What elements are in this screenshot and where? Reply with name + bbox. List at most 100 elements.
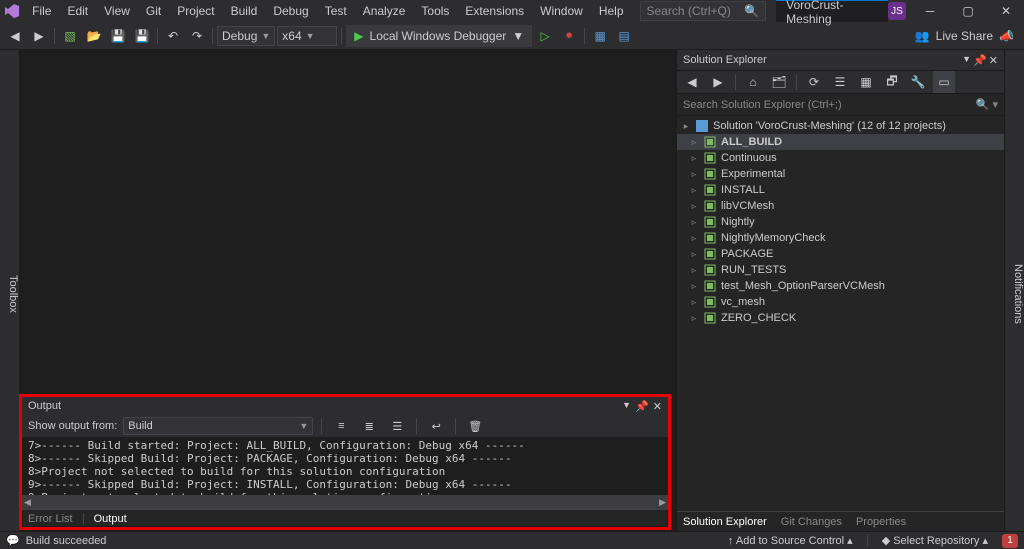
statusbar: 💬 Build succeeded ↑ Add to Source Contro… — [0, 531, 1024, 549]
output-tool2-icon[interactable]: ≣ — [358, 415, 380, 437]
output-scrollbar[interactable]: ◀▶ — [22, 495, 668, 509]
close-panel-icon[interactable]: ✕ — [989, 54, 998, 67]
se-back-icon[interactable]: ◀ — [681, 71, 703, 93]
menu-edit[interactable]: Edit — [59, 2, 96, 20]
add-source-control[interactable]: ↑ Add to Source Control ▴ — [728, 534, 853, 547]
toolbar-extra-icon[interactable]: ▦ — [589, 25, 611, 47]
menu-project[interactable]: Project — [169, 2, 222, 20]
solution-root[interactable]: ▸Solution 'VoroCrust-Meshing' (12 of 12 … — [677, 118, 1004, 134]
menu-build[interactable]: Build — [223, 2, 266, 20]
project-all_build[interactable]: ▹ALL_BUILD — [677, 134, 1004, 150]
menu-window[interactable]: Window — [532, 2, 591, 20]
menu-test[interactable]: Test — [317, 2, 355, 20]
project-zero_check[interactable]: ▹ZERO_CHECK — [677, 310, 1004, 326]
output-source-combo[interactable]: Build ▼ — [123, 417, 313, 435]
undo-icon[interactable]: ↶ — [162, 25, 184, 47]
live-share-label[interactable]: Live Share — [936, 29, 993, 43]
open-icon[interactable]: 📂 — [83, 25, 105, 47]
new-project-icon[interactable]: ▧ — [59, 25, 81, 47]
project-test_mesh_optionparservcmesh[interactable]: ▹test_Mesh_OptionParserVCMesh — [677, 278, 1004, 294]
dropdown-icon[interactable]: ▼ — [622, 400, 631, 413]
output-tool3-icon[interactable]: ☰ — [386, 415, 408, 437]
se-refresh-icon[interactable]: 🗗 — [881, 71, 903, 93]
select-repository[interactable]: ◆ Select Repository ▴ — [882, 534, 988, 547]
platform-combo[interactable]: x64 ▼ — [277, 26, 337, 46]
panel-tab-git-changes[interactable]: Git Changes — [781, 516, 842, 528]
se-filter-icon[interactable]: ☰ — [829, 71, 851, 93]
config-combo[interactable]: Debug ▼ — [217, 26, 275, 46]
solution-explorer-search[interactable]: Search Solution Explorer (Ctrl+;) 🔍 ▾ — [677, 94, 1004, 116]
project-experimental[interactable]: ▹Experimental — [677, 166, 1004, 182]
minimize-button[interactable]: ─ — [916, 0, 944, 22]
chevron-down-icon: ▼ — [261, 31, 270, 41]
live-share-icon[interactable]: 👥 — [915, 29, 930, 43]
main-menu: FileEditViewGitProjectBuildDebugTestAnal… — [24, 2, 631, 20]
debug-target-label: Local Windows Debugger — [370, 29, 507, 43]
notifications-label: Notifications — [1012, 264, 1024, 324]
project-continuous[interactable]: ▹Continuous — [677, 150, 1004, 166]
notifications-rail[interactable]: Notifications — [1004, 50, 1024, 531]
se-fwd-icon[interactable]: ▶ — [707, 71, 729, 93]
se-switch-icon[interactable]: 🗂 — [768, 71, 790, 93]
search-box[interactable]: Search (Ctrl+Q) 🔍 — [640, 1, 767, 21]
debug-target-button[interactable]: ▶ Local Windows Debugger ▼ — [346, 25, 532, 47]
platform-value: x64 — [282, 29, 301, 43]
menu-file[interactable]: File — [24, 2, 59, 20]
se-preview-icon[interactable]: ▭ — [933, 71, 955, 93]
dropdown-icon[interactable]: ▼ — [962, 54, 971, 67]
toolbar-extra2-icon[interactable]: ▤ — [613, 25, 635, 47]
se-properties-icon[interactable]: 🔧 — [907, 71, 929, 93]
maximize-button[interactable]: ▢ — [954, 0, 982, 22]
project-install[interactable]: ▹INSTALL — [677, 182, 1004, 198]
output-tab-output[interactable]: Output — [94, 513, 127, 525]
pin-icon[interactable]: 📌 — [635, 400, 649, 413]
nav-fwd-icon[interactable]: ▶ — [28, 25, 50, 47]
menu-extensions[interactable]: Extensions — [457, 2, 532, 20]
menu-tools[interactable]: Tools — [413, 2, 457, 20]
solution-explorer-toolbar: ◀ ▶ ⌂ 🗂 ⟳ ☰ ▦ 🗗 🔧 ▭ — [677, 70, 1004, 94]
feedback-icon[interactable]: 📣 — [999, 29, 1014, 43]
output-source-value: Build — [128, 420, 152, 432]
output-bottom-tabs: Error List Output — [22, 509, 668, 527]
project-vc_mesh[interactable]: ▹vc_mesh — [677, 294, 1004, 310]
notification-badge[interactable]: 1 — [1002, 534, 1018, 548]
save-all-icon[interactable]: 💾 — [131, 25, 153, 47]
se-search-placeholder: Search Solution Explorer (Ctrl+;) — [683, 99, 842, 111]
close-panel-icon[interactable]: ✕ — [653, 400, 662, 413]
output-tab-error-list[interactable]: Error List — [28, 513, 73, 525]
menu-analyze[interactable]: Analyze — [355, 2, 414, 20]
se-home-icon[interactable]: ⌂ — [742, 71, 764, 93]
menu-view[interactable]: View — [96, 2, 138, 20]
save-icon[interactable]: 💾 — [107, 25, 129, 47]
project-title: VoroCrust-Meshing — [786, 0, 878, 26]
nav-back-icon[interactable]: ◀ — [4, 25, 26, 47]
project-title-tab[interactable]: VoroCrust-Meshing — [776, 0, 888, 22]
user-badge[interactable]: JS — [888, 2, 906, 20]
project-nightly[interactable]: ▹Nightly — [677, 214, 1004, 230]
se-sync-icon[interactable]: ⟳ — [803, 71, 825, 93]
output-title: Output — [28, 400, 61, 412]
project-package[interactable]: ▹PACKAGE — [677, 246, 1004, 262]
toolbox-rail[interactable]: Toolbox — [0, 50, 20, 531]
panel-tab-properties[interactable]: Properties — [856, 516, 906, 528]
project-libvcmesh[interactable]: ▹libVCMesh — [677, 198, 1004, 214]
redo-icon[interactable]: ↷ — [186, 25, 208, 47]
pin-icon[interactable]: 📌 — [973, 54, 987, 67]
play-outline-icon[interactable]: ▷ — [534, 25, 556, 47]
se-showall-icon[interactable]: ▦ — [855, 71, 877, 93]
menu-debug[interactable]: Debug — [265, 2, 316, 20]
output-toolbar: Show output from: Build ▼ ≡ ≣ ☰ ↩ 🗑 — [22, 415, 668, 437]
output-text[interactable]: 7>------ Build started: Project: ALL_BUI… — [22, 437, 668, 495]
output-panel: Output ▼ 📌 ✕ Show output from: Build ▼ ≡… — [19, 394, 671, 530]
close-button[interactable]: ✕ — [992, 0, 1020, 22]
panel-tab-solution-explorer[interactable]: Solution Explorer — [683, 516, 767, 528]
project-run_tests[interactable]: ▹RUN_TESTS — [677, 262, 1004, 278]
menu-git[interactable]: Git — [138, 2, 169, 20]
output-wordwrap-icon[interactable]: ↩ — [425, 415, 447, 437]
output-tool1-icon[interactable]: ≡ — [330, 415, 352, 437]
stop-debug-icon[interactable]: ⏺ — [558, 25, 580, 47]
project-nightlymemorycheck[interactable]: ▹NightlyMemoryCheck — [677, 230, 1004, 246]
solution-explorer-header: Solution Explorer ▼ 📌 ✕ — [677, 50, 1004, 70]
menu-help[interactable]: Help — [591, 2, 632, 20]
output-clear-icon[interactable]: 🗑 — [464, 415, 486, 437]
